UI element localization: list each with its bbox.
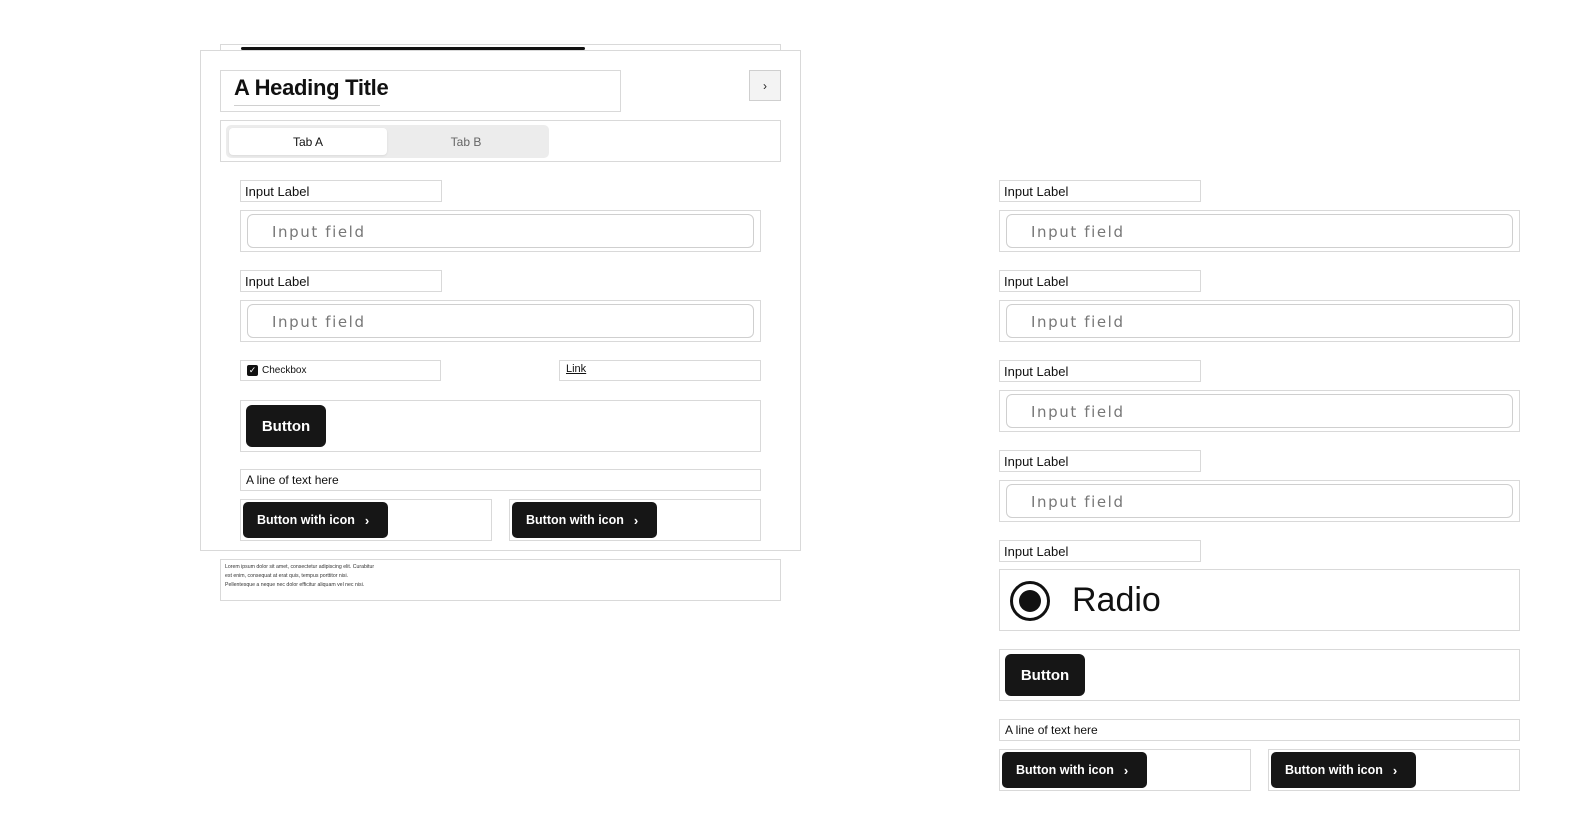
input-container: Input field bbox=[240, 210, 761, 252]
text-input[interactable]: Input field bbox=[1006, 214, 1513, 248]
text-input[interactable]: Input field bbox=[1006, 304, 1513, 338]
input-label: Input Label bbox=[999, 180, 1201, 202]
button-with-icon-label: Button with icon bbox=[1016, 763, 1114, 777]
page-title: A Heading Title bbox=[234, 75, 389, 100]
button-with-icon-label: Button with icon bbox=[1285, 763, 1383, 777]
tab-bar: Tab A Tab B bbox=[226, 125, 549, 158]
input-label: Input Label bbox=[999, 540, 1201, 562]
paragraph-container: Lorem ipsum dolor sit amet, consectetur … bbox=[220, 559, 781, 601]
button-with-icon[interactable]: Button with icon › bbox=[1002, 752, 1147, 788]
text-input[interactable]: Input field bbox=[247, 214, 754, 248]
input-label: Input Label bbox=[240, 180, 442, 202]
tab-a[interactable]: Tab A bbox=[229, 128, 387, 155]
text-input[interactable]: Input field bbox=[247, 304, 754, 338]
text-line: A line of text here bbox=[999, 719, 1520, 741]
link[interactable]: Link bbox=[566, 363, 586, 375]
icon-button-container: Button with icon › bbox=[240, 499, 492, 541]
checkbox-container: ✓ Checkbox bbox=[240, 360, 441, 381]
icon-button-container: Button with icon › bbox=[1268, 749, 1520, 791]
chevron-right-icon: › bbox=[1392, 762, 1398, 778]
input-label: Input Label bbox=[999, 360, 1201, 382]
input-container: Input field bbox=[999, 390, 1520, 432]
button-container: Button bbox=[999, 649, 1520, 701]
tabs-container: Tab A Tab B bbox=[220, 120, 781, 162]
input-container: Input field bbox=[999, 210, 1520, 252]
icon-button-container: Button with icon › bbox=[509, 499, 761, 541]
primary-button[interactable]: Button bbox=[246, 405, 326, 447]
chevron-button[interactable]: › bbox=[749, 70, 781, 101]
checkbox[interactable]: ✓ bbox=[247, 365, 258, 376]
button-container: Button bbox=[240, 400, 761, 452]
input-label: Input Label bbox=[999, 270, 1201, 292]
radio-container: Radio bbox=[999, 569, 1520, 631]
button-with-icon[interactable]: Button with icon › bbox=[1271, 752, 1416, 788]
text-input[interactable]: Input field bbox=[1006, 394, 1513, 428]
chevron-right-icon: › bbox=[763, 78, 767, 93]
input-container: Input field bbox=[240, 300, 761, 342]
input-label: Input Label bbox=[999, 450, 1201, 472]
chevron-right-icon: › bbox=[633, 512, 639, 528]
heading-container: A Heading Title bbox=[220, 70, 621, 112]
checkbox-label: Checkbox bbox=[262, 365, 307, 376]
radio-label: Radio bbox=[1072, 581, 1161, 619]
button-with-icon[interactable]: Button with icon › bbox=[512, 502, 657, 538]
paragraph-text: Lorem ipsum dolor sit amet, consectetur … bbox=[225, 564, 375, 588]
chevron-right-icon: › bbox=[1123, 762, 1129, 778]
input-container: Input field bbox=[999, 480, 1520, 522]
input-label: Input Label bbox=[240, 270, 442, 292]
button-with-icon[interactable]: Button with icon › bbox=[243, 502, 388, 538]
primary-button[interactable]: Button bbox=[1005, 654, 1085, 696]
button-with-icon-label: Button with icon bbox=[257, 513, 355, 527]
link-container: Link bbox=[559, 360, 761, 381]
radio-button[interactable] bbox=[1010, 581, 1050, 621]
text-input[interactable]: Input field bbox=[1006, 484, 1513, 518]
chevron-right-icon: › bbox=[364, 512, 370, 528]
icon-button-container: Button with icon › bbox=[999, 749, 1251, 791]
radio-dot bbox=[1019, 590, 1041, 612]
tab-b[interactable]: Tab B bbox=[387, 128, 545, 155]
heading-underline bbox=[234, 105, 380, 106]
text-line: A line of text here bbox=[240, 469, 761, 491]
input-container: Input field bbox=[999, 300, 1520, 342]
button-with-icon-label: Button with icon bbox=[526, 513, 624, 527]
